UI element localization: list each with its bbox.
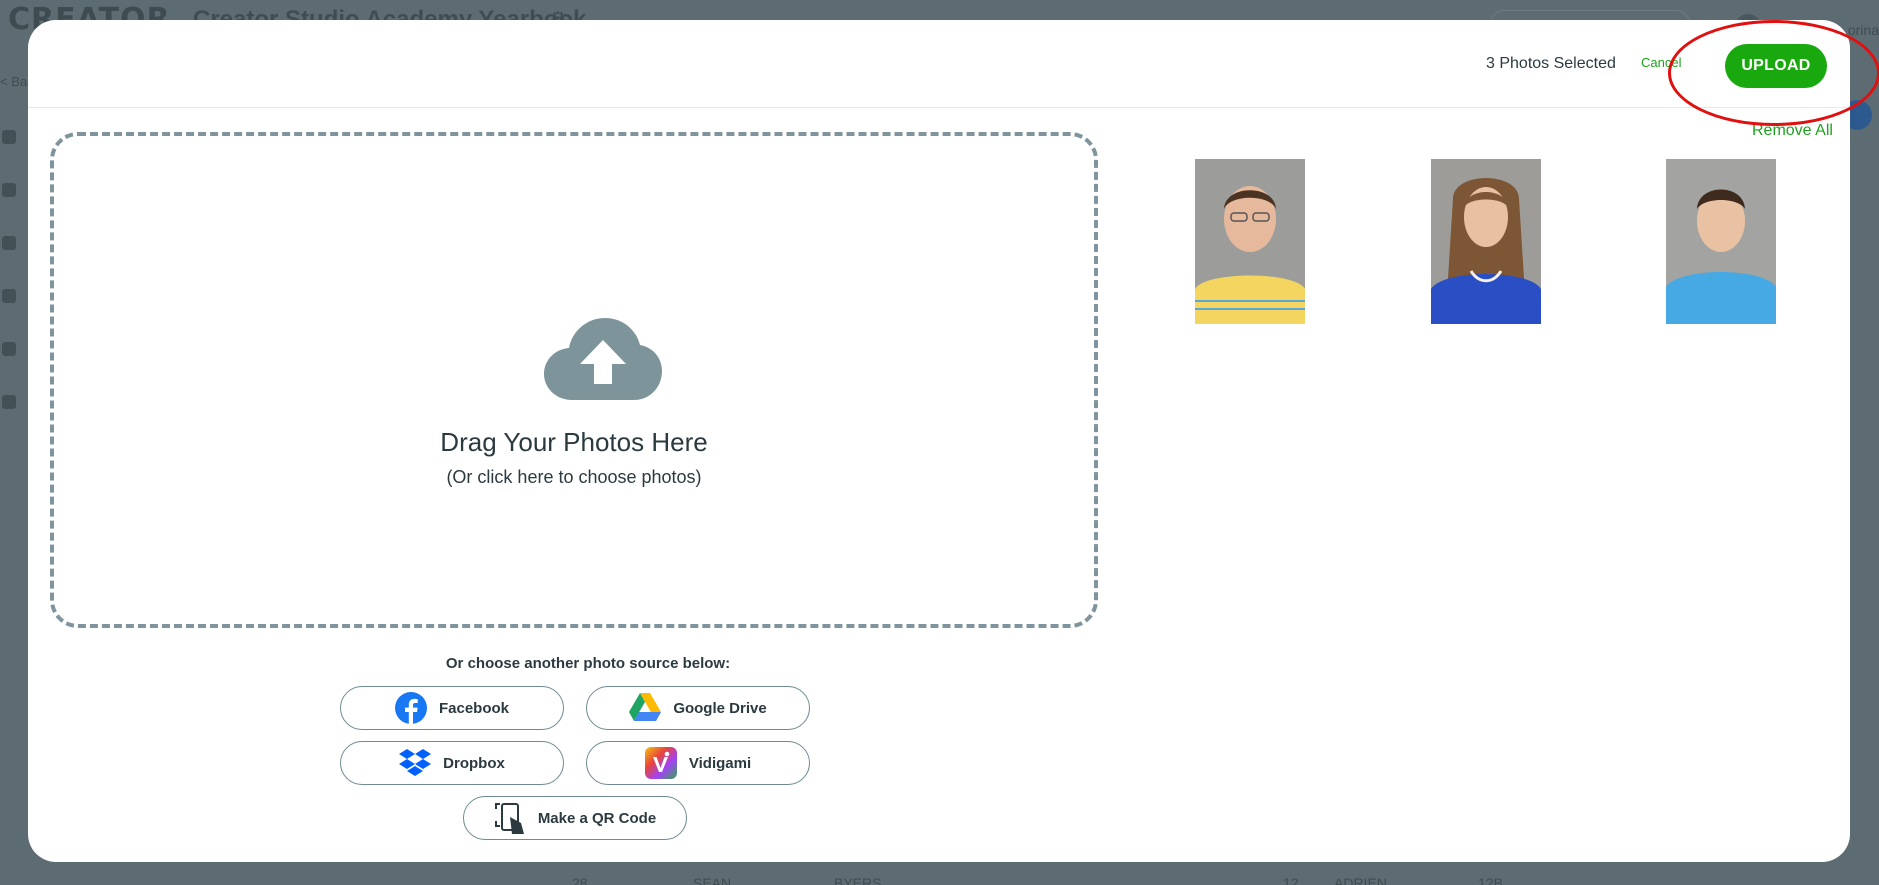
upload-modal: 3 Photos Selected Cancel UPLOAD Remove A…: [28, 20, 1850, 862]
google-drive-icon: [629, 692, 662, 724]
qr-code-button[interactable]: Make a QR Code: [463, 796, 687, 840]
facebook-label: Facebook: [438, 699, 510, 717]
portrait-photo-image: [1195, 159, 1305, 324]
dropbox-button[interactable]: Dropbox: [340, 741, 564, 785]
upload-button[interactable]: UPLOAD: [1725, 44, 1827, 88]
facebook-button[interactable]: Facebook: [340, 686, 564, 730]
image-icon: [2, 342, 16, 356]
list-icon: [2, 183, 16, 197]
dropzone-title: Drag Your Photos Here: [440, 427, 708, 457]
vidigami-icon: [644, 747, 677, 779]
table-cell: 12: [1283, 875, 1299, 885]
cancel-button[interactable]: Cancel: [1641, 55, 1681, 70]
source-heading: Or choose another photo source below:: [445, 655, 731, 672]
portrait-photo-image: [1431, 159, 1541, 324]
table-cell: 12B: [1478, 875, 1503, 885]
google-drive-button[interactable]: Google Drive: [586, 686, 810, 730]
vidigami-label: Vidigami: [688, 754, 752, 772]
vidigami-button[interactable]: Vidigami: [586, 741, 810, 785]
qr-code-label: Make a QR Code: [537, 809, 657, 827]
table-cell: SEAN: [693, 875, 732, 885]
photo-dropzone[interactable]: Drag Your Photos Here (Or click here to …: [50, 132, 1098, 628]
selected-photo-thumbnail[interactable]: [1666, 159, 1776, 324]
cloud-upload-icon: [544, 318, 662, 400]
dropbox-icon: [399, 747, 432, 779]
remove-all-button[interactable]: Remove All: [1752, 122, 1833, 140]
contact-icon: [2, 395, 16, 409]
qr-phone-icon: [494, 802, 526, 834]
facebook-icon: [394, 692, 427, 724]
inbox-icon: [2, 289, 16, 303]
table-cell: BYERS: [834, 875, 882, 885]
dropzone-subtitle[interactable]: (Or click here to choose photos): [54, 467, 1094, 488]
dropbox-label: Dropbox: [443, 754, 505, 772]
portrait-photo-image: [1666, 159, 1776, 324]
camera-icon: [2, 236, 16, 250]
table-cell: ADRIEN: [1334, 875, 1387, 885]
selected-photo-thumbnail[interactable]: [1431, 159, 1541, 324]
selected-count: 3 Photos Selected: [1486, 55, 1616, 72]
dashboard-icon: [2, 130, 16, 144]
modal-header: 3 Photos Selected Cancel UPLOAD: [28, 20, 1850, 108]
google-drive-label: Google Drive: [673, 699, 767, 717]
selected-photo-thumbnail[interactable]: [1195, 159, 1305, 324]
user-name: orina: [1847, 22, 1879, 38]
table-cell: 28: [572, 875, 588, 885]
